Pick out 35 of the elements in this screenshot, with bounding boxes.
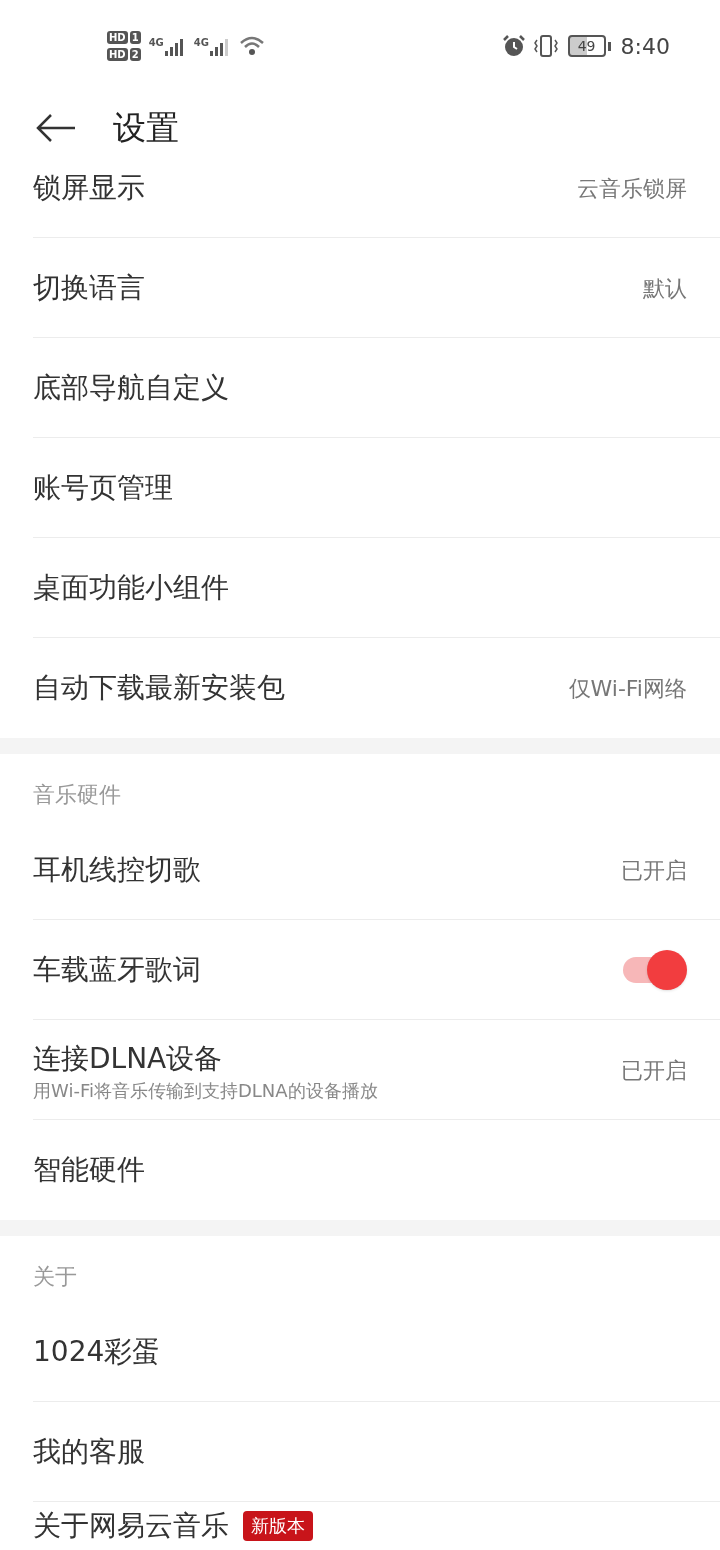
hd-badge: HD: [107, 31, 128, 44]
setting-label: 车载蓝牙歌词: [33, 952, 201, 988]
setting-value: 已开启: [621, 1056, 687, 1085]
alarm-icon: [501, 34, 526, 58]
setting-value: 仅Wi-Fi网络: [568, 674, 687, 703]
section-header: 关于: [33, 1262, 77, 1291]
setting-label: 我的客服: [33, 1434, 145, 1470]
setting-label: 切换语言: [33, 270, 145, 306]
vibrate-icon: [533, 34, 558, 58]
network-type: 4G: [148, 36, 164, 50]
setting-label: 账号页管理: [33, 470, 173, 506]
setting-description: 用Wi-Fi将音乐传输到支持DLNA的设备播放: [33, 1080, 379, 1102]
page-title: 设置: [113, 107, 179, 150]
setting-label: 1024彩蛋: [33, 1334, 161, 1370]
toggle-switch[interactable]: [621, 949, 687, 991]
hd-badge: HD: [107, 48, 128, 61]
setting-value: 默认: [643, 274, 687, 303]
setting-label: 连接DLNA设备: [33, 1041, 223, 1077]
new-version-badge: 新版本: [243, 1511, 313, 1541]
section-header: 音乐硬件: [33, 780, 121, 809]
setting-label: 关于网易云音乐: [33, 1508, 229, 1544]
setting-label: 锁屏显示: [33, 170, 145, 206]
setting-label: 智能硬件: [33, 1152, 145, 1188]
network-type: 4G: [193, 36, 209, 50]
sim-slot-badge: 1: [129, 31, 141, 44]
setting-label: 自动下载最新安装包: [33, 670, 285, 706]
clock-time: 8:40: [620, 32, 670, 61]
setting-label: 桌面功能小组件: [33, 570, 229, 606]
sim-slot-badge: 2: [129, 48, 141, 61]
setting-value: 云音乐锁屏: [577, 174, 687, 203]
setting-label: 底部导航自定义: [33, 370, 229, 406]
battery-percentage: 49: [577, 39, 596, 53]
setting-value: 已开启: [621, 856, 687, 885]
setting-label: 耳机线控切歌: [33, 852, 201, 888]
back-arrow-icon[interactable]: [35, 113, 77, 143]
